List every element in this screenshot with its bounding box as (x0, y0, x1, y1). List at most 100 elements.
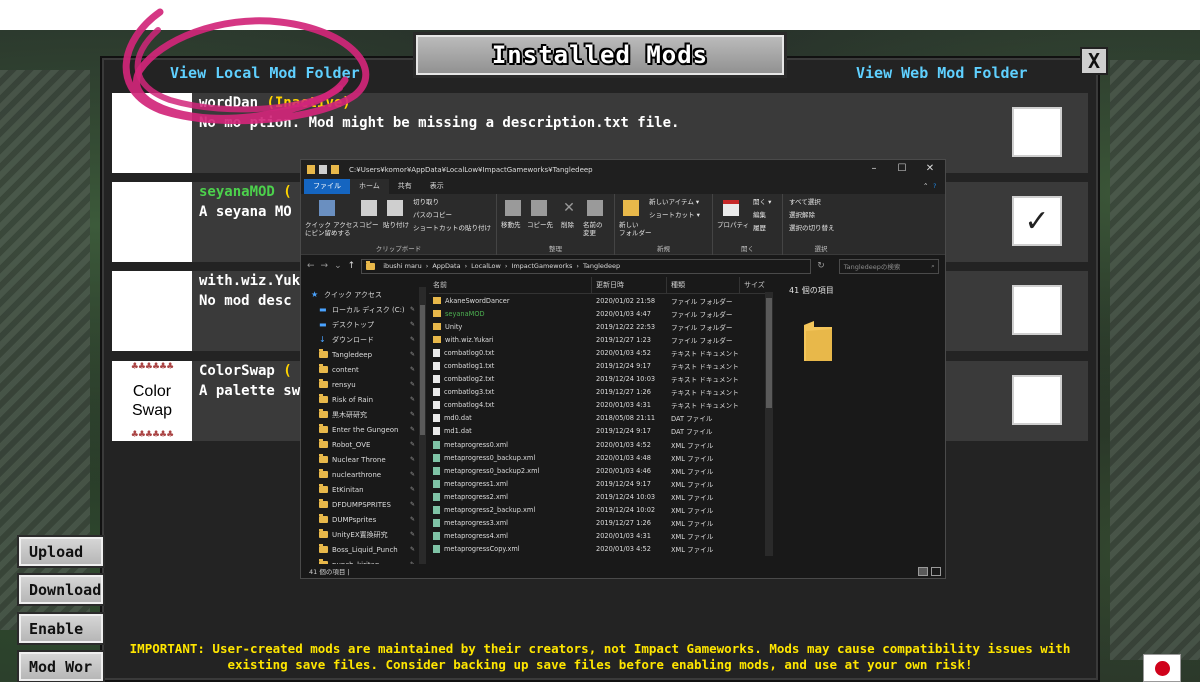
address-bar[interactable]: ibushi maru › AppData › LocalLow › ImpactGa… (361, 258, 812, 274)
paste-icon[interactable] (387, 200, 403, 216)
file-row[interactable]: seyanaMOD 2020/01/03 4:47 ファイル フォルダー (429, 307, 769, 320)
download-button[interactable]: Download (17, 573, 105, 606)
column-name[interactable]: 名前 (429, 277, 592, 293)
copy-icon[interactable] (361, 200, 377, 216)
easy-access-button[interactable]: ショートカット ▾ (649, 211, 700, 219)
back-icon[interactable]: ← (307, 261, 315, 271)
file-row[interactable]: AkaneSwordDancer 2020/01/02 21:58 ファイル フォル… (429, 294, 769, 307)
refresh-icon[interactable]: ↻ (817, 261, 825, 271)
minimize-icon[interactable]: – (861, 163, 887, 174)
language-flag-button[interactable] (1143, 654, 1181, 682)
file-row[interactable]: with.wiz.Yukari 2019/12/27 1:23 ファイル フォルダー (429, 333, 769, 346)
file-row[interactable]: metaprogress0.xml 2020/01/03 4:52 XML ファイル (429, 438, 769, 451)
mod-enable-checkbox[interactable] (1012, 375, 1062, 425)
new-item-button[interactable]: 新しいアイテム ▾ (649, 198, 699, 206)
nav-item[interactable]: UnityEX置換研究 ✎ (309, 527, 419, 542)
move-to-icon[interactable] (505, 200, 521, 216)
nav-item[interactable]: rensyu ✎ (309, 377, 419, 392)
history-button[interactable]: 履歴 (753, 224, 766, 232)
column-type[interactable]: 種類 (667, 277, 740, 293)
cut-button[interactable]: 切り取り (413, 198, 439, 206)
mod-workshop-button[interactable]: Mod Wor (17, 650, 105, 682)
nav-item[interactable]: nuclearthrone ✎ (309, 467, 419, 482)
nav-item[interactable]: ▬ デスクトップ ✎ (309, 317, 419, 332)
breadcrumb-item[interactable]: ImpactGameworks (511, 262, 572, 270)
new-folder-button[interactable]: 新しい フォルダー (619, 221, 652, 237)
select-all-button[interactable]: すべて選択 (789, 198, 821, 206)
copy-to-icon[interactable] (531, 200, 547, 216)
nav-item[interactable]: ▬ ローカル ディスク (C:) ✎ (309, 302, 419, 317)
column-date[interactable]: 更新日時 (592, 277, 667, 293)
breadcrumb-item[interactable]: Tangledeep (583, 262, 620, 270)
edit-button[interactable]: 編集 (753, 211, 766, 219)
ribbon-collapse-icon[interactable]: ⌃ (923, 182, 928, 190)
nav-item[interactable]: Robot_OVE ✎ (309, 437, 419, 452)
view-local-mod-folder-link[interactable]: View Local Mod Folder (170, 64, 360, 82)
nav-item[interactable]: Tangledeep ✎ (309, 347, 419, 362)
move-to-button[interactable]: 移動先 (501, 221, 521, 229)
new-folder-icon[interactable] (623, 200, 639, 216)
nav-item[interactable]: 黒木研研究 ✎ (309, 407, 419, 422)
file-row[interactable]: metaprogress2.xml 2019/12/24 10:03 XML ファイ… (429, 490, 769, 503)
details-view-icon[interactable] (918, 567, 928, 576)
nav-item[interactable]: Boss_Liquid_Punch ✎ (309, 542, 419, 557)
breadcrumb-item[interactable]: AppData (432, 262, 460, 270)
file-row[interactable]: metaprogress3.xml 2019/12/27 1:26 XML ファイル (429, 517, 769, 530)
file-row[interactable]: combatlog1.txt 2019/12/24 9:17 テキスト ドキュメント (429, 359, 769, 372)
maximize-icon[interactable]: ☐ (889, 163, 915, 174)
close-button[interactable]: X (1080, 47, 1108, 75)
file-row[interactable]: combatlog3.txt 2019/12/27 1:26 テキスト ドキュメント (429, 386, 769, 399)
nav-item[interactable]: ↓ ダウンロード ✎ (309, 332, 419, 347)
close-icon[interactable]: ✕ (917, 163, 943, 174)
properties-button[interactable]: プロパティ (717, 221, 749, 229)
paste-button[interactable]: 貼り付け (383, 221, 409, 229)
file-row[interactable]: md0.dat 2018/05/08 21:11 DAT ファイル (429, 412, 769, 425)
column-size[interactable]: サイズ (740, 277, 769, 293)
nav-item[interactable]: Nuclear Throne ✎ (309, 452, 419, 467)
delete-icon[interactable]: ✕ (561, 200, 577, 216)
copy-path-button[interactable]: パスのコピー (413, 211, 452, 219)
nav-item[interactable]: Enter the Gungeon ✎ (309, 422, 419, 437)
rename-button[interactable]: 名前の 変更 (583, 221, 603, 237)
file-row[interactable]: metaprogress2_backup.xml 2019/12/24 10:02… (429, 504, 769, 517)
pin-icon[interactable] (319, 200, 335, 216)
help-icon[interactable]: ? (933, 182, 936, 190)
new-folder-icon[interactable] (331, 165, 339, 174)
file-row[interactable]: metaprogress4.xml 2020/01/03 4:31 XML ファイル (429, 530, 769, 543)
copy-button[interactable]: コピー (359, 221, 379, 229)
file-row[interactable]: metaprogress1.xml 2019/12/24 9:17 XML ファイル (429, 477, 769, 490)
file-row[interactable]: combatlog2.txt 2019/12/24 10:03 テキスト ドキュメン… (429, 373, 769, 386)
delete-button[interactable]: 削除 (561, 221, 574, 229)
properties-icon[interactable] (319, 165, 327, 174)
recent-dropdown-icon[interactable]: ⌄ (334, 261, 342, 271)
file-row[interactable]: Unity 2019/12/22 22:53 ファイル フォルダー (429, 320, 769, 333)
open-button[interactable]: 開く ▾ (753, 198, 771, 206)
select-none-button[interactable]: 選択解除 (789, 211, 815, 219)
paste-shortcut-button[interactable]: ショートカットの貼り付け (413, 224, 491, 232)
file-row[interactable]: metaprogress0_backup.xml 2020/01/03 4:48 X… (429, 451, 769, 464)
file-row[interactable]: metaprogressCopy.xml 2020/01/03 4:52 XML フ… (429, 543, 769, 556)
tab-file[interactable]: ファイル (304, 179, 350, 194)
mod-enable-checkbox[interactable] (1012, 285, 1062, 335)
file-row[interactable]: md1.dat 2019/12/24 9:17 DAT ファイル (429, 425, 769, 438)
mod-enable-checkbox[interactable] (1012, 107, 1062, 157)
enable-button[interactable]: Enable (17, 612, 105, 645)
file-row[interactable]: metaprogress0_backup2.xml 2020/01/03 4:46… (429, 464, 769, 477)
large-icons-view-icon[interactable] (931, 567, 941, 576)
search-input[interactable]: Tangledeepの検索 ⌕ (838, 258, 939, 274)
rename-icon[interactable] (587, 200, 603, 216)
tab-view[interactable]: 表示 (421, 179, 453, 194)
mod-enable-checkbox[interactable]: ✓ (1012, 196, 1062, 246)
nav-item[interactable]: DFDUMPSPRITES ✎ (309, 497, 419, 512)
invert-selection-button[interactable]: 選択の切り替え (789, 224, 835, 232)
nav-item[interactable]: DUMPsprites ✎ (309, 512, 419, 527)
file-list-scrollbar[interactable] (765, 292, 773, 556)
nav-item[interactable]: ★ クイック アクセス (309, 287, 419, 302)
nav-item[interactable]: content ✎ (309, 362, 419, 377)
up-icon[interactable]: ↑ (348, 261, 356, 271)
forward-icon[interactable]: → (321, 261, 329, 271)
tab-home[interactable]: ホーム (350, 179, 389, 194)
pin-quick-access-button[interactable]: クイック アクセス にピン留めする (305, 221, 359, 237)
breadcrumb-item[interactable]: LocalLow (471, 262, 501, 270)
upload-button[interactable]: Upload (17, 535, 105, 568)
